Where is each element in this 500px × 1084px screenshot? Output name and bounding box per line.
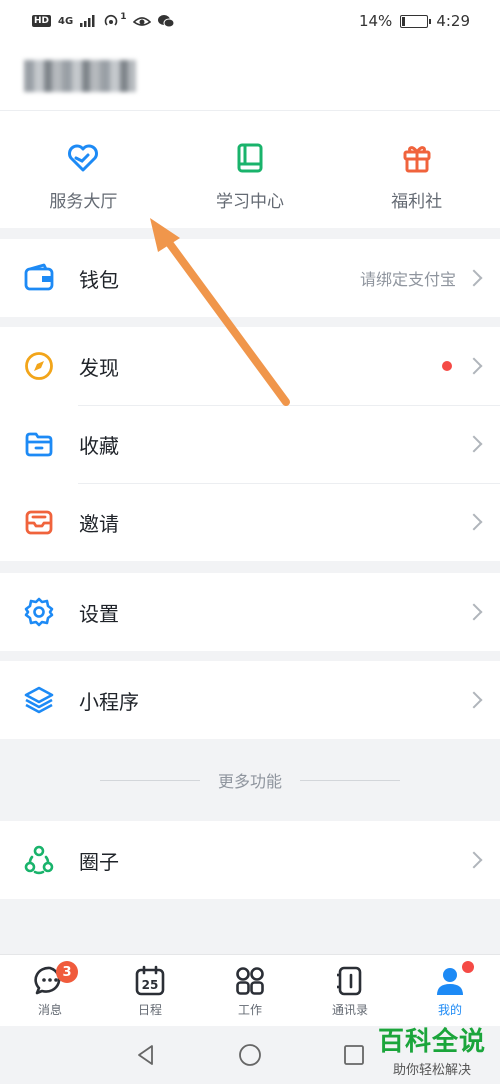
- circles-group: 圈子: [0, 821, 500, 899]
- tab-schedule[interactable]: 25 日程: [100, 955, 200, 1026]
- tab-me[interactable]: 我的: [400, 955, 500, 1026]
- heart-hand-icon: [68, 144, 99, 172]
- chevron-right-icon: [465, 691, 483, 709]
- profile-header[interactable]: [0, 42, 500, 110]
- profile-notification-dot: [462, 961, 474, 973]
- chevron-right-icon: [465, 513, 483, 531]
- watermark-subtitle: 助你轻松解决: [392, 1063, 471, 1078]
- alipay-bind-hint: 请绑定支付宝: [359, 270, 456, 289]
- menu-label: 设置: [79, 601, 119, 626]
- menu-label: 邀请: [79, 511, 119, 536]
- gear-icon: [24, 597, 54, 627]
- tab-contacts[interactable]: 通讯录: [300, 955, 400, 1026]
- more-features-divider: 更多功能: [0, 740, 500, 820]
- menu-row-mini-programs[interactable]: 小程序: [0, 661, 500, 739]
- compass-icon: [25, 352, 53, 380]
- unread-badge: 3: [56, 961, 78, 983]
- quick-action-label: 学习中心: [216, 192, 284, 212]
- divider-line: [300, 779, 400, 781]
- battery-icon: [400, 14, 432, 28]
- tab-label: 日程: [137, 1003, 162, 1017]
- hotspot-count: 1: [120, 12, 127, 22]
- clock: 4:29: [436, 12, 470, 30]
- menu-label: 钱包: [79, 267, 119, 292]
- watermark-title: 百科全说: [377, 1027, 486, 1057]
- menu-label: 发现: [79, 355, 119, 380]
- chevron-right-icon: [465, 357, 483, 375]
- calendar-icon: 25: [135, 965, 165, 996]
- battery-percent: 14%: [358, 12, 393, 30]
- profile-icon: [437, 968, 463, 995]
- bottom-tab-bar: 3 消息 25 日程 工作 通讯录 我的: [0, 954, 500, 1026]
- status-bar: HD 4G 1 14% 4:29: [0, 0, 500, 42]
- menu-label: 小程序: [79, 689, 139, 714]
- signal-icon: [80, 15, 95, 27]
- menu-row-invite[interactable]: 邀请: [0, 483, 500, 561]
- status-icons: HD 4G 1: [32, 12, 175, 29]
- tab-label: 我的: [437, 1003, 462, 1017]
- tab-messages[interactable]: 3 消息: [0, 955, 100, 1026]
- calendar-day: 25: [142, 978, 159, 992]
- network-type: 4G: [58, 15, 74, 27]
- quick-actions: 服务大厅 学习中心 福利社: [0, 110, 500, 228]
- quick-action-learning-center[interactable]: 学习中心: [167, 111, 334, 228]
- recents-icon[interactable]: [342, 1043, 366, 1067]
- blurred-user-name: [24, 60, 136, 92]
- new-content-dot: [442, 361, 452, 371]
- back-icon[interactable]: [134, 1043, 158, 1067]
- apps-grid-icon: [236, 967, 264, 995]
- menu-row-circles[interactable]: 圈子: [0, 821, 500, 899]
- quick-action-service-hall[interactable]: 服务大厅: [0, 111, 167, 228]
- divider-line: [99, 779, 200, 781]
- menu-row-discover[interactable]: 发现: [0, 327, 500, 405]
- hd-badge: HD: [32, 15, 52, 27]
- chevron-right-icon: [465, 851, 483, 869]
- menu-label: 收藏: [79, 433, 119, 458]
- folder-icon: [25, 432, 53, 457]
- more-features-label: 更多功能: [217, 772, 282, 791]
- tab-label: 工作: [237, 1003, 262, 1017]
- home-icon[interactable]: [238, 1043, 262, 1067]
- menu-row-wallet[interactable]: 钱包 请绑定支付宝: [0, 239, 500, 317]
- wallet-group: 钱包 请绑定支付宝: [0, 239, 500, 317]
- book-icon: [237, 143, 263, 173]
- wallet-icon: [24, 263, 54, 291]
- wechat-icon: [158, 15, 175, 28]
- people-circle-icon: [24, 845, 54, 875]
- chevron-right-icon: [465, 603, 483, 621]
- quick-action-welfare[interactable]: 福利社: [333, 111, 500, 228]
- tab-label: 消息: [37, 1003, 62, 1017]
- tab-label: 通讯录: [331, 1003, 368, 1017]
- menu-label: 圈子: [79, 849, 119, 874]
- discover-group: 发现 收藏 邀请: [0, 327, 500, 561]
- eye-icon: [133, 17, 152, 26]
- menu-row-favorites[interactable]: 收藏: [0, 405, 500, 483]
- mini-programs-group: 小程序: [0, 661, 500, 739]
- watermark: 百科全说 助你轻松解决: [378, 1021, 486, 1078]
- battery-fill: [402, 16, 406, 26]
- status-right: 14% 4:29: [359, 12, 470, 30]
- gift-icon: [403, 146, 431, 173]
- quick-action-label: 服务大厅: [49, 192, 118, 212]
- layers-icon: [24, 686, 54, 714]
- hotspot-icon: [104, 14, 118, 26]
- quick-action-label: 福利社: [391, 192, 443, 212]
- settings-group: 设置: [0, 573, 500, 651]
- contacts-icon: [337, 966, 362, 996]
- inbox-icon: [25, 510, 53, 535]
- chevron-right-icon: [465, 435, 483, 453]
- tab-work[interactable]: 工作: [200, 955, 300, 1026]
- menu-row-settings[interactable]: 设置: [0, 573, 500, 651]
- chevron-right-icon: [465, 269, 483, 287]
